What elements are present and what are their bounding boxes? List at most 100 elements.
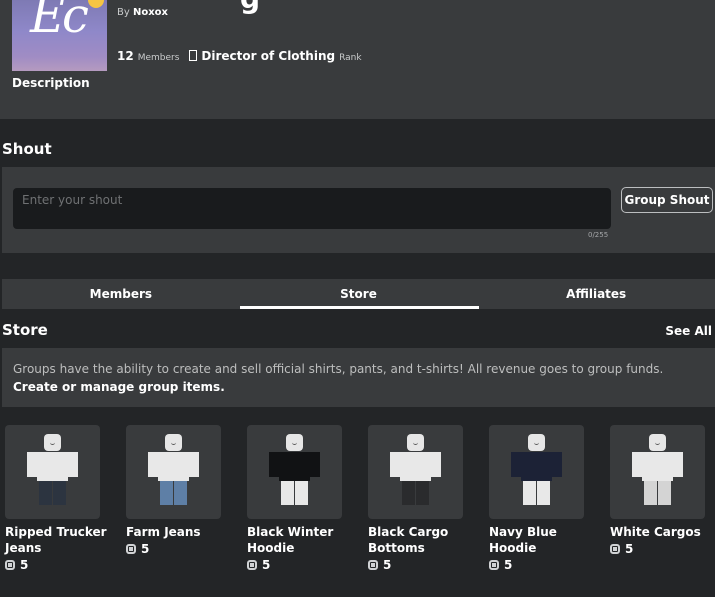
avatar-leg-l: [523, 481, 536, 505]
avatar-torso: [37, 452, 68, 481]
avatar-leg-r: [53, 481, 66, 505]
by-label: By: [117, 7, 130, 18]
store-item[interactable]: Navy Blue Hoodie 5: [489, 425, 602, 572]
avatar-leg-r: [537, 481, 550, 505]
item-price-value: 5: [625, 542, 634, 556]
rank-label: Rank: [339, 53, 362, 63]
avatar-head: [528, 434, 545, 451]
avatar-torso: [642, 452, 673, 481]
item-name[interactable]: White Cargos: [610, 524, 715, 540]
see-all-link[interactable]: See All: [665, 324, 712, 338]
avatar-figure: [610, 425, 705, 519]
avatar-arm-l: [27, 452, 37, 477]
item-thumbnail[interactable]: [368, 425, 463, 519]
avatar-torso: [400, 452, 431, 481]
item-name[interactable]: Ripped Trucker Jeans: [5, 524, 115, 556]
item-price-value: 5: [141, 542, 150, 556]
avatar-figure: [247, 425, 342, 519]
avatar-torso: [158, 452, 189, 481]
rank-icon: [189, 50, 198, 61]
avatar-head: [649, 434, 666, 451]
group-emblem[interactable]: Ec: [12, 0, 107, 71]
item-price: 5: [126, 542, 239, 556]
avatar-leg-l: [644, 481, 657, 505]
members-count: 12: [117, 49, 134, 63]
avatar-arm-r: [552, 452, 562, 477]
members-label: Members: [137, 53, 180, 63]
item-name[interactable]: Black Cargo Bottoms: [368, 524, 478, 556]
item-price: 5: [368, 558, 481, 572]
group-emblem-text: Ec: [30, 0, 89, 44]
shout-char-count: 0/255: [588, 231, 609, 239]
item-thumbnail[interactable]: [5, 425, 100, 519]
item-price: 5: [610, 542, 715, 556]
robux-icon: [489, 560, 499, 570]
item-price-value: 5: [383, 558, 392, 572]
store-item[interactable]: Ripped Trucker Jeans 5: [5, 425, 118, 572]
avatar-arm-l: [390, 452, 400, 477]
store-item[interactable]: Black Cargo Bottoms 5: [368, 425, 481, 572]
robux-icon: [368, 560, 378, 570]
tab-store[interactable]: Store: [239, 279, 480, 309]
store-item[interactable]: Black Winter Hoodie 5: [247, 425, 360, 572]
avatar-arm-r: [189, 452, 199, 477]
group-title: g: [240, 0, 260, 15]
avatar-arm-r: [673, 452, 683, 477]
store-info-text: Groups have the ability to create and se…: [13, 362, 664, 376]
avatar-figure: [489, 425, 584, 519]
owner-link[interactable]: Noxox: [133, 7, 168, 18]
item-thumbnail[interactable]: [247, 425, 342, 519]
manage-items-link[interactable]: Create or manage group items.: [13, 378, 704, 396]
item-price-value: 5: [262, 558, 271, 572]
tab-members[interactable]: Members: [2, 279, 240, 309]
avatar-head: [407, 434, 424, 451]
store-items: Ripped Trucker Jeans 5 Farm Jeans 5 Blac…: [0, 425, 715, 597]
item-thumbnail[interactable]: [126, 425, 221, 519]
avatar-leg-r: [658, 481, 671, 505]
store-item[interactable]: Farm Jeans 5: [126, 425, 239, 556]
avatar-leg-l: [39, 481, 52, 505]
robux-icon: [247, 560, 257, 570]
avatar-arm-r: [68, 452, 78, 477]
group-shout-button[interactable]: Group Shout: [621, 187, 713, 213]
avatar-arm-l: [632, 452, 642, 477]
group-page: Ec g By Noxox 12 Members Director of Clo…: [0, 0, 715, 597]
item-thumbnail[interactable]: [489, 425, 584, 519]
description-label: Description: [12, 76, 90, 90]
store-item[interactable]: White Cargos 5: [610, 425, 715, 556]
avatar-head: [165, 434, 182, 451]
avatar-leg-r: [174, 481, 187, 505]
avatar-arm-l: [269, 452, 279, 477]
avatar-arm-l: [148, 452, 158, 477]
item-price: 5: [5, 558, 118, 572]
robux-icon: [126, 544, 136, 554]
item-thumbnail[interactable]: [610, 425, 705, 519]
shout-input[interactable]: [13, 188, 611, 229]
avatar-leg-r: [295, 481, 308, 505]
avatar-figure: [368, 425, 463, 519]
shout-panel: 0/255 Group Shout: [2, 167, 715, 253]
robux-icon: [610, 544, 620, 554]
rank-name: Director of Clothing: [201, 49, 336, 63]
group-meta: 12 Members Director of Clothing Rank: [117, 49, 362, 63]
avatar-leg-l: [402, 481, 415, 505]
item-name[interactable]: Farm Jeans: [126, 524, 236, 540]
tab-affiliates[interactable]: Affiliates: [477, 279, 715, 309]
item-name[interactable]: Navy Blue Hoodie: [489, 524, 599, 556]
avatar-figure: [126, 425, 221, 519]
avatar-figure: [5, 425, 100, 519]
group-header: Ec g By Noxox 12 Members Director of Clo…: [0, 0, 715, 119]
robux-icon: [5, 560, 15, 570]
item-price: 5: [489, 558, 602, 572]
avatar-head: [44, 434, 61, 451]
avatar-arm-r: [431, 452, 441, 477]
avatar-arm-r: [310, 452, 320, 477]
item-price-value: 5: [504, 558, 513, 572]
avatar-torso: [279, 452, 310, 481]
item-name[interactable]: Black Winter Hoodie: [247, 524, 357, 556]
avatar-arm-l: [511, 452, 521, 477]
store-info-panel: Groups have the ability to create and se…: [2, 348, 715, 407]
item-price: 5: [247, 558, 360, 572]
owner-line: By Noxox: [117, 7, 168, 18]
group-tabs: Members Store Affiliates: [2, 279, 715, 309]
